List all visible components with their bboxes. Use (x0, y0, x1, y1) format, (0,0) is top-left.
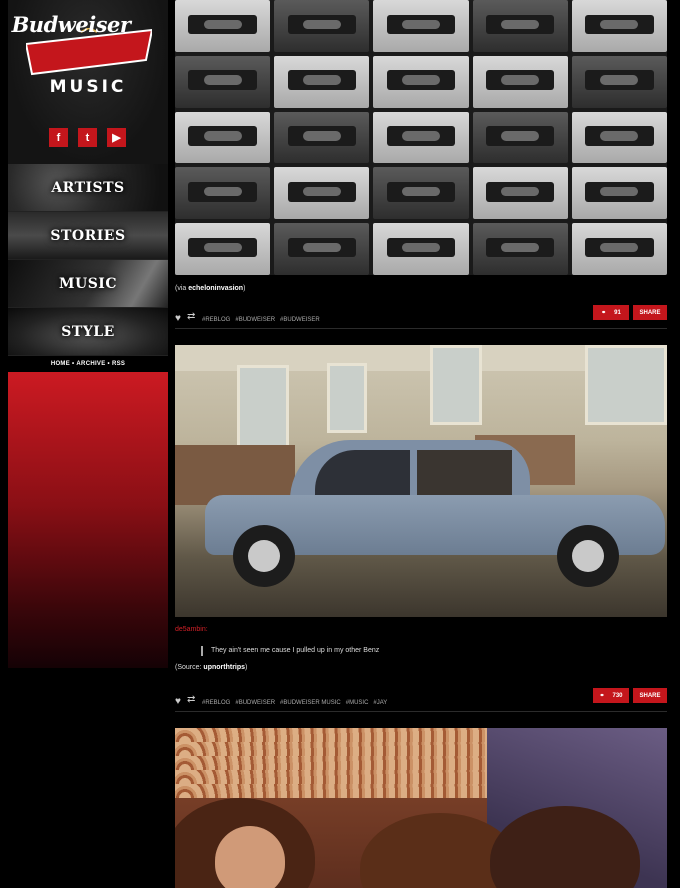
nav-stories-label: STORIES (50, 227, 126, 244)
reblog-icon[interactable]: ⇄ (187, 311, 195, 322)
tag[interactable]: #BUDWEISER (235, 700, 275, 706)
tag-list: #REBLOG #BUDWEISER #BUDWEISER MUSIC #MUS… (202, 700, 387, 706)
source-link[interactable]: upnorthtrips (203, 664, 245, 671)
post-actions: ⚭ 730 SHARE (593, 688, 667, 703)
share-button[interactable]: SHARE (633, 305, 667, 320)
nav-music-label: MUSIC (58, 275, 117, 292)
sidebar: Budweiser MUSIC f t ▶ ARTISTS STORIES MU… (8, 0, 168, 668)
tag[interactable]: #JAY (373, 700, 387, 706)
notes-count: 730 (612, 692, 623, 699)
caption-prefix: (via (175, 285, 187, 292)
post-quote: They ain't seen me cause I pulled up in … (201, 646, 667, 656)
post-feed: (via echeloninvasion) ♥ ⇄ #REBLOG #BUDWE… (175, 0, 667, 888)
notes-count: 91 (614, 309, 621, 316)
heart-icon[interactable]: ♥ (175, 696, 181, 707)
car-photo (175, 345, 667, 617)
reblog-icon[interactable]: ⇄ (187, 694, 195, 705)
cassette-tapes-photo (175, 0, 667, 275)
heart-icon[interactable]: ♥ (175, 313, 181, 324)
share-button[interactable]: SHARE (633, 688, 667, 703)
post-meta: ♥ ⇄ #REBLOG #BUDWEISER #BUDWEISER ⚭ 91 S… (175, 305, 667, 329)
facebook-icon[interactable]: f (49, 128, 68, 147)
link-icon: ⚭ (599, 693, 605, 699)
source-suffix: ) (245, 664, 248, 671)
nav-style[interactable]: STYLE (8, 308, 168, 356)
post-caption: (via echeloninvasion) (175, 285, 667, 297)
social-links: f t ▶ (49, 128, 126, 147)
tag[interactable]: #BUDWEISER MUSIC (280, 700, 341, 706)
archive-link[interactable]: ARCHIVE (75, 361, 106, 367)
brand-header: Budweiser MUSIC f t ▶ (8, 0, 168, 164)
tag[interactable]: #REBLOG (202, 317, 230, 323)
post-source: (Source: upnorthtrips) (175, 664, 667, 674)
caption-suffix: ) (243, 285, 246, 292)
tag[interactable]: #BUDWEISER (280, 317, 320, 323)
nav-artists[interactable]: ARTISTS (8, 164, 168, 212)
logo-wordmark: Budweiser (11, 12, 131, 37)
post-author[interactable]: de5ambin: (175, 626, 667, 636)
sub-navigation: HOME • ARCHIVE • RSS (8, 356, 168, 372)
notes-button[interactable]: ⚭ 730 (593, 688, 629, 703)
via-link[interactable]: echeloninvasion (188, 285, 243, 292)
nav-artists-label: ARTISTS (51, 179, 125, 196)
tag-list: #REBLOG #BUDWEISER #BUDWEISER (202, 317, 320, 323)
notes-button[interactable]: ⚭ 91 (593, 305, 629, 320)
rss-link[interactable]: RSS (111, 361, 126, 367)
post-actions: ⚭ 91 SHARE (593, 305, 667, 320)
post-meta: ♥ ⇄ #REBLOG #BUDWEISER #BUDWEISER MUSIC … (175, 688, 667, 712)
nav-style-label: STYLE (61, 323, 115, 340)
people-photo (175, 728, 667, 888)
tag[interactable]: #REBLOG (202, 700, 230, 706)
home-link[interactable]: HOME (50, 361, 71, 367)
mercedes-car (205, 440, 665, 587)
nav-music[interactable]: MUSIC (8, 260, 168, 308)
tag[interactable]: #MUSIC (346, 700, 369, 706)
twitter-icon[interactable]: t (78, 128, 97, 147)
link-icon: ⚭ (601, 310, 607, 316)
red-gradient-panel (8, 372, 168, 668)
youtube-icon[interactable]: ▶ (107, 128, 126, 147)
section-title: MUSIC (49, 77, 127, 97)
source-prefix: (Source: (175, 664, 202, 671)
nav-stories[interactable]: STORIES (8, 212, 168, 260)
tag[interactable]: #BUDWEISER (235, 317, 275, 323)
